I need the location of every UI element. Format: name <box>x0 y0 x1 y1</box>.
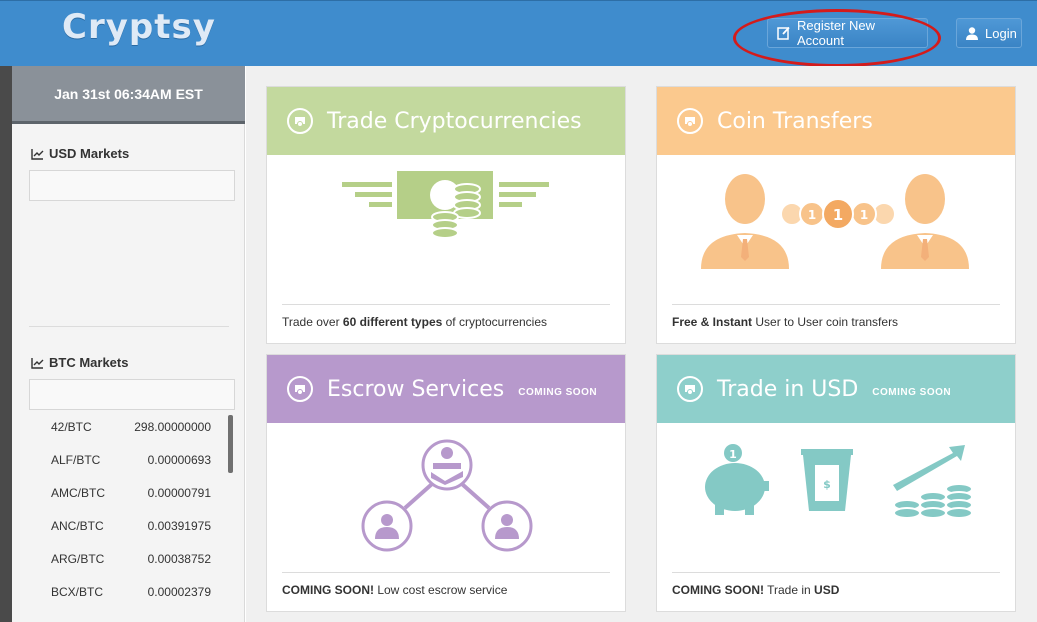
coming-soon-badge: COMING SOON <box>518 386 598 398</box>
card-divider <box>282 572 610 573</box>
market-pair: ANC/BTC <box>51 519 104 533</box>
btc-markets-search-input[interactable] <box>29 379 235 410</box>
market-pair: ALF/BTC <box>51 453 101 467</box>
svg-text:1: 1 <box>808 208 816 222</box>
market-pair: AMC/BTC <box>51 486 105 500</box>
desc-bold: Free & Instant <box>672 315 753 329</box>
market-pair: ARG/BTC <box>51 552 105 566</box>
desc-bold: COMING SOON! <box>672 583 764 597</box>
sidebar-divider <box>29 326 229 327</box>
card-description: COMING SOON! Low cost escrow service <box>282 583 507 597</box>
login-label: Login <box>985 25 1017 41</box>
market-price: 0.00000693 <box>147 453 211 467</box>
coin-badge-icon <box>287 376 313 402</box>
card-title: Coin Transfers <box>717 108 873 134</box>
markets-scrollbar[interactable] <box>228 415 233 473</box>
register-label: Register New Account <box>797 18 876 48</box>
svg-text:1: 1 <box>860 208 868 222</box>
card-divider <box>672 304 1000 305</box>
user-transfer-illustration: 1 1 1 <box>657 155 1015 303</box>
btc-markets-header[interactable]: BTC Markets <box>31 355 128 370</box>
desc-text: User to User coin transfers <box>752 315 899 329</box>
card-title: Trade Cryptocurrencies <box>327 108 582 134</box>
user-icon <box>965 25 979 41</box>
market-row[interactable]: AMC/BTC 0.00000791 <box>51 486 211 506</box>
money-stack-illustration <box>267 155 625 303</box>
market-price: 0.00000791 <box>147 486 211 500</box>
market-price: 0.00038752 <box>147 552 211 566</box>
card-trade-in-usd[interactable]: Trade in USD COMING SOON 1 $ COMING SOON… <box>656 354 1016 612</box>
card-escrow-services[interactable]: Escrow Services COMING SOON COMING SOON!… <box>266 354 626 612</box>
sidebar: Jan 31st 06:34AM EST USD Markets BTC Mar… <box>12 66 245 622</box>
market-price: 0.00002379 <box>147 585 211 599</box>
svg-text:1: 1 <box>833 206 843 224</box>
market-row[interactable]: ANC/BTC 0.00391975 <box>51 519 211 539</box>
cryptsy-logo[interactable]: Cryptsy <box>62 7 216 47</box>
card-description: Free & Instant User to User coin transfe… <box>672 315 898 329</box>
desc-text: Trade in <box>764 583 815 597</box>
svg-text:1: 1 <box>729 448 737 461</box>
desc-text: Low cost escrow service <box>374 583 508 597</box>
card-header: Escrow Services COMING SOON <box>267 355 625 423</box>
market-row[interactable]: 42/BTC 298.00000000 <box>51 420 211 440</box>
card-header: Trade Cryptocurrencies <box>267 87 625 155</box>
svg-text:$: $ <box>823 478 831 491</box>
desc-text: of cryptocurrencies <box>442 315 548 329</box>
usd-markets-header[interactable]: USD Markets <box>31 146 129 161</box>
card-header: Trade in USD COMING SOON <box>657 355 1015 423</box>
login-button[interactable]: Login <box>956 18 1022 48</box>
usd-markets-title: USD Markets <box>49 146 130 161</box>
card-description: COMING SOON! Trade in USD <box>672 583 839 597</box>
btc-markets-title: BTC Markets <box>49 355 129 370</box>
card-title: Trade in USD <box>717 376 859 402</box>
card-header: Coin Transfers <box>657 87 1015 155</box>
desc-bold: USD <box>814 583 840 597</box>
escrow-illustration <box>267 423 625 571</box>
usd-markets-search-input[interactable] <box>29 170 235 201</box>
chart-icon <box>31 357 44 369</box>
card-divider <box>282 304 610 305</box>
desc-bold: 60 different types <box>342 315 443 329</box>
edit-icon <box>776 25 791 41</box>
main-content: Trade Cryptocurrencies Trade over 60 dif… <box>246 66 1037 622</box>
market-pair: BCX/BTC <box>51 585 104 599</box>
market-row[interactable]: BCX/BTC 0.00002379 <box>51 585 211 605</box>
top-header: Cryptsy Register New Account Login <box>0 0 1037 67</box>
desc-bold: COMING SOON! <box>282 583 374 597</box>
usd-trading-illustration: 1 $ <box>657 423 1015 571</box>
coin-badge-icon <box>287 108 313 134</box>
coin-badge-icon <box>677 108 703 134</box>
market-price: 298.00000000 <box>134 420 211 434</box>
card-description: Trade over 60 different types of cryptoc… <box>282 315 547 329</box>
chart-icon <box>31 148 44 160</box>
desc-text: Trade over <box>282 315 343 329</box>
card-divider <box>672 572 1000 573</box>
market-price: 0.00391975 <box>147 519 211 533</box>
coin-badge-icon <box>677 376 703 402</box>
market-row[interactable]: ARG/BTC 0.00038752 <box>51 552 211 572</box>
register-new-account-button[interactable]: Register New Account <box>767 18 928 48</box>
market-pair: 42/BTC <box>51 420 92 434</box>
coming-soon-badge: COMING SOON <box>872 386 952 398</box>
market-row[interactable]: ALF/BTC 0.00000693 <box>51 453 211 473</box>
card-title: Escrow Services <box>327 376 505 402</box>
left-edge-bar <box>0 66 12 622</box>
server-datetime: Jan 31st 06:34AM EST <box>12 66 245 124</box>
card-coin-transfers[interactable]: Coin Transfers 1 1 1 Free & Instant User… <box>656 86 1016 344</box>
card-trade-cryptocurrencies[interactable]: Trade Cryptocurrencies Trade over 60 dif… <box>266 86 626 344</box>
